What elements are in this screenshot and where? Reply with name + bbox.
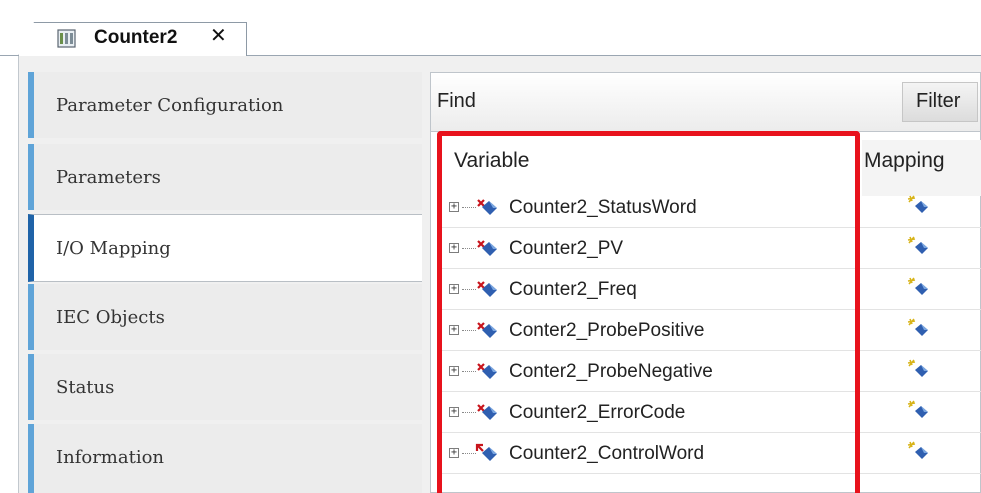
nav-item-label: I/O Mapping	[56, 238, 171, 259]
nav-item-parameter-configuration[interactable]: Parameter Configuration	[28, 72, 422, 138]
variable-name: Counter2_StatusWord	[509, 197, 697, 218]
tree-connector	[462, 412, 476, 414]
nav-item-label: IEC Objects	[56, 307, 165, 328]
nav-item-status[interactable]: Status	[28, 354, 422, 420]
tree-connector	[462, 330, 476, 332]
filter-button-label: Filter	[916, 90, 961, 112]
create-new-variable-icon[interactable]	[907, 276, 929, 298]
input-channel-icon	[475, 197, 499, 217]
create-new-variable-icon[interactable]	[907, 235, 929, 257]
tree-connector	[462, 248, 476, 250]
variable-name: Counter2_ControlWord	[509, 443, 705, 464]
expand-icon[interactable]: +	[449, 448, 459, 458]
output-channel-icon	[475, 443, 499, 463]
variable-name: Conter2_ProbeNegative	[509, 361, 713, 382]
document-tab-title: Counter2	[94, 27, 178, 48]
create-new-variable-icon[interactable]	[907, 358, 929, 380]
expand-icon[interactable]: +	[449, 366, 459, 376]
expand-icon[interactable]: +	[449, 243, 459, 253]
variable-name: Counter2_ErrorCode	[509, 402, 686, 423]
expand-icon[interactable]: +	[449, 202, 459, 212]
create-new-variable-icon[interactable]	[907, 399, 929, 421]
nav-item-io-mapping[interactable]: I/O Mapping	[28, 214, 422, 282]
device-editor-nav: Parameter Configuration Parameters I/O M…	[28, 72, 422, 493]
tree-connector	[462, 371, 476, 373]
nav-item-label: Parameter Configuration	[56, 95, 284, 116]
expand-icon[interactable]: +	[449, 325, 459, 335]
input-channel-icon	[475, 361, 499, 381]
device-module-icon	[57, 29, 76, 48]
tree-connector	[462, 207, 476, 209]
find-filter-bar	[430, 72, 981, 132]
nav-item-label: Status	[56, 377, 115, 398]
close-icon[interactable]: ✕	[210, 26, 227, 46]
input-channel-icon	[475, 320, 499, 340]
input-channel-icon	[475, 279, 499, 299]
expand-icon[interactable]: +	[449, 407, 459, 417]
create-new-variable-icon[interactable]	[907, 317, 929, 339]
create-new-variable-icon[interactable]	[907, 440, 929, 462]
expand-icon[interactable]: +	[449, 284, 459, 294]
variable-name: Counter2_PV	[509, 238, 624, 259]
nav-item-parameters[interactable]: Parameters	[28, 144, 422, 210]
column-header-mapping[interactable]: Mapping	[864, 149, 945, 173]
tree-connector	[462, 453, 476, 455]
variable-name: Conter2_ProbePositive	[509, 320, 705, 341]
find-field-label[interactable]: Find	[437, 90, 476, 113]
column-header-variable[interactable]: Variable	[454, 149, 530, 173]
nav-item-label: Parameters	[56, 167, 161, 188]
variable-name: Counter2_Freq	[509, 279, 637, 300]
input-channel-icon	[475, 238, 499, 258]
input-channel-icon	[475, 402, 499, 422]
nav-item-information[interactable]: Information	[28, 424, 422, 493]
tree-connector	[462, 289, 476, 291]
create-new-variable-icon[interactable]	[907, 194, 929, 216]
nav-item-iec-objects[interactable]: IEC Objects	[28, 284, 422, 350]
nav-item-label: Information	[56, 447, 165, 468]
